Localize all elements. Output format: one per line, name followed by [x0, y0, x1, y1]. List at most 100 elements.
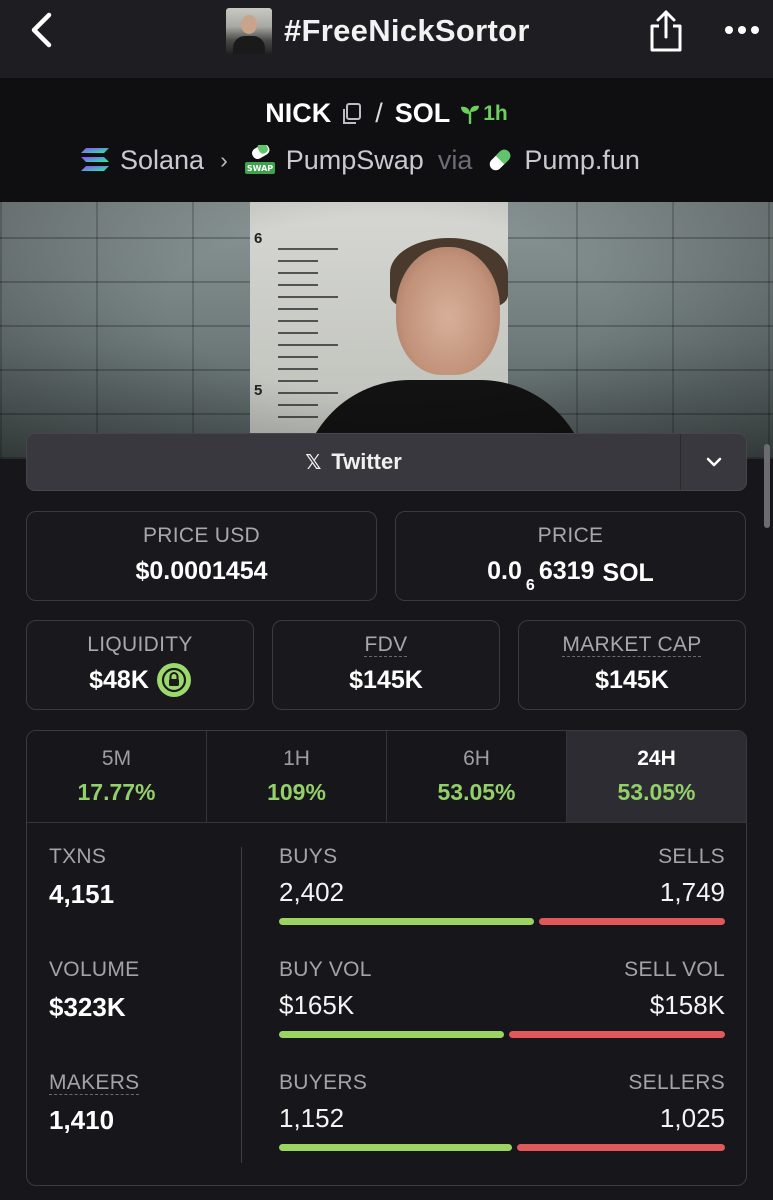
- stats-divider: [241, 847, 242, 1163]
- buys-value: 2,402: [279, 877, 345, 907]
- makers-ratio-bar: [279, 1144, 725, 1151]
- tab-5m[interactable]: 5M 17.77%: [27, 731, 207, 822]
- makers-stat: MAKERS 1,410: [49, 1071, 140, 1136]
- share-icon: [650, 10, 682, 52]
- channel-title[interactable]: #FreeNickSortor: [226, 8, 530, 54]
- back-button[interactable]: [22, 10, 62, 50]
- sellers-label: SELLERS: [628, 1071, 725, 1094]
- buy-vol-bar: [279, 1031, 504, 1038]
- svg-text:SWAP: SWAP: [247, 164, 273, 173]
- copy-icon[interactable]: [341, 102, 363, 126]
- txns-ratio-bar: [279, 918, 725, 925]
- dex-name[interactable]: PumpSwap: [286, 145, 424, 176]
- buyers-label: BUYERS: [279, 1071, 368, 1094]
- pair-header: NICK / SOL 1h Solana › SWAP PumpSwap via…: [0, 78, 773, 202]
- pair-separator: /: [375, 98, 383, 128]
- tab-5m-change: 17.77%: [77, 779, 156, 805]
- buyers-bar: [279, 1144, 512, 1151]
- tab-1h[interactable]: 1H 109%: [207, 731, 387, 822]
- liquidity-card: LIQUIDITY $48K: [26, 620, 254, 710]
- top-nav-bar: #FreeNickSortor: [0, 0, 773, 78]
- trading-stats-panel: 5M 17.77% 1H 109% 6H 53.05% 24H 53.05% T…: [26, 730, 747, 1186]
- scrollbar-thumb[interactable]: [764, 444, 770, 528]
- twitter-button[interactable]: 𝕏 Twitter: [27, 434, 680, 490]
- market-cap-value: $145K: [595, 666, 669, 694]
- socials-bar: 𝕏 Twitter: [26, 433, 747, 491]
- makers-value: 1,410: [49, 1105, 115, 1135]
- chain-breadcrumb: Solana › SWAP PumpSwap via Pump.fun: [80, 142, 640, 178]
- volume-label: VOLUME: [49, 958, 140, 981]
- buys-bar: [279, 918, 534, 925]
- sell-vol-value: $158K: [649, 990, 725, 1020]
- sprout-icon: [461, 105, 480, 124]
- txns-label: TXNS: [49, 845, 107, 868]
- pumpswap-icon: SWAP: [244, 145, 275, 174]
- fdv-card: FDV $145K: [272, 620, 500, 710]
- makers-ratio: BUYERS SELLERS 1,152 1,025: [279, 1071, 725, 1161]
- quote-token-symbol: SOL: [394, 98, 451, 128]
- tab-24h-change: 53.05%: [617, 779, 696, 805]
- chevron-right-icon: ›: [220, 146, 228, 173]
- more-button[interactable]: [720, 12, 764, 48]
- volume-stat: VOLUME $323K: [49, 958, 140, 1023]
- stats-summary: TXNS 4,151 VOLUME $323K MAKERS 1,410: [27, 823, 241, 1185]
- period-tabs: 5M 17.77% 1H 109% 6H 53.05% 24H 53.05%: [27, 731, 746, 823]
- tab-1h-change: 109%: [267, 779, 326, 805]
- chain-name[interactable]: Solana: [120, 145, 204, 176]
- chevron-down-icon: [706, 457, 721, 467]
- fdv-label[interactable]: FDV: [273, 633, 499, 657]
- pair-title: NICK / SOL 1h: [0, 98, 773, 129]
- pair-age-text: 1h: [483, 101, 508, 125]
- liquidity-label: LIQUIDITY: [87, 633, 193, 656]
- sellers-bar: [517, 1144, 725, 1151]
- liquidity-value: $48K: [89, 665, 149, 694]
- sell-vol-label: SELL VOL: [624, 958, 725, 981]
- volume-ratio-bar: [279, 1031, 725, 1038]
- socials-dropdown-button[interactable]: [680, 434, 746, 490]
- txns-ratio: BUYS SELLS 2,402 1,749: [279, 845, 725, 935]
- share-button[interactable]: [644, 6, 688, 56]
- volume-ratio: BUY VOL SELL VOL $165K $158K: [279, 958, 725, 1048]
- launchpad-name[interactable]: Pump.fun: [524, 145, 640, 176]
- price-native-card: PRICE 0.066319 SOL: [395, 511, 746, 601]
- txns-stat: TXNS 4,151: [49, 845, 114, 910]
- channel-title-text: #FreeNickSortor: [284, 13, 530, 48]
- fdv-value: $145K: [349, 666, 423, 694]
- x-logo-icon: 𝕏: [305, 451, 322, 474]
- buys-label: BUYS: [279, 845, 338, 868]
- price-usd-card: PRICE USD $0.0001454: [26, 511, 377, 601]
- zero-count: 6: [525, 577, 535, 594]
- volume-value: $323K: [49, 992, 126, 1022]
- pair-age: 1h: [460, 102, 508, 126]
- market-cap-label[interactable]: MARKET CAP: [519, 633, 745, 657]
- buy-vol-value: $165K: [279, 990, 355, 1020]
- buyers-value: 1,152: [279, 1103, 345, 1133]
- token-banner-image: 6 5: [0, 202, 773, 459]
- twitter-label: Twitter: [331, 449, 402, 474]
- via-label: via: [437, 144, 473, 175]
- price-usd-label: PRICE USD: [142, 524, 261, 547]
- solana-icon: [81, 148, 109, 171]
- tab-6h[interactable]: 6H 53.05%: [387, 731, 567, 822]
- more-horizontal-icon: [725, 26, 759, 34]
- price-native-value: 0.066319 SOL: [487, 557, 654, 594]
- base-token-symbol: NICK: [265, 98, 332, 128]
- price-native-label: PRICE: [537, 524, 604, 547]
- channel-avatar: [226, 8, 272, 54]
- tab-24h[interactable]: 24H 53.05%: [567, 731, 746, 822]
- chevron-left-icon: [31, 12, 52, 48]
- makers-label[interactable]: MAKERS: [49, 1071, 140, 1095]
- price-native-unit: SOL: [602, 559, 654, 587]
- liquidity-value-row: $48K: [27, 663, 253, 697]
- sellers-value: 1,025: [659, 1103, 725, 1133]
- sells-value: 1,749: [659, 877, 725, 907]
- sell-vol-bar: [509, 1031, 725, 1038]
- liquidity-lock-icon[interactable]: [156, 663, 191, 697]
- sells-label: SELLS: [658, 845, 725, 868]
- txns-value: 4,151: [49, 879, 115, 909]
- buy-vol-label: BUY VOL: [279, 958, 372, 981]
- market-cap-card: MARKET CAP $145K: [518, 620, 746, 710]
- tab-6h-change: 53.05%: [437, 779, 516, 805]
- pumpfun-pill-icon: [490, 149, 511, 171]
- price-usd-value: $0.0001454: [135, 557, 268, 585]
